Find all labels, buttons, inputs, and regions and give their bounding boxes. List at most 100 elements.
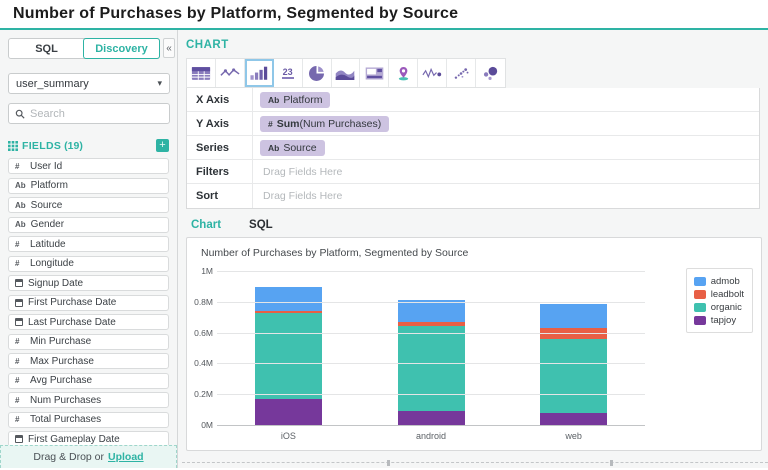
config-row-value[interactable]: AbSource [253,136,759,159]
field-item-user-id[interactable]: #User Id [8,158,169,174]
chart-type-table-icon[interactable] [187,59,216,87]
number-type-icon: # [15,396,25,405]
config-row-value[interactable]: AbPlatform [253,88,759,111]
field-chip[interactable]: AbSource [260,140,325,156]
y-tick-label: 0.8M [187,297,213,307]
bar-segment-organic[interactable] [540,339,607,413]
chart-type-pie-icon[interactable] [303,59,332,87]
config-row-value[interactable]: #Sum(Num Purchases) [253,112,759,135]
panel-resize-handle[interactable] [182,462,768,463]
tab-chart[interactable]: Chart [191,219,221,231]
source-select[interactable]: user_summary ▾ [8,73,170,94]
y-tick-label: 0.6M [187,328,213,338]
stacked-bar-web[interactable] [540,272,607,426]
bar-segment-organic[interactable] [255,313,322,399]
legend-label: leadbolt [711,289,744,300]
y-tick-label: 0.2M [187,389,213,399]
field-item-first-purchase-date[interactable]: First Purchase Date [8,295,169,311]
add-field-button[interactable]: + [156,139,169,152]
tab-discovery[interactable]: Discovery [83,38,160,59]
field-item-latitude[interactable]: #Latitude [8,236,169,252]
field-item-source[interactable]: AbSource [8,197,169,213]
number-type-icon: # [15,240,25,249]
bar-segment-organic[interactable] [398,326,465,411]
field-item-num-purchases[interactable]: #Num Purchases [8,392,169,408]
bar-segment-admob[interactable] [255,287,322,311]
stacked-bar-ios[interactable] [255,272,322,426]
chevron-down-icon: ▾ [157,78,162,89]
gridline: 0.4M [217,363,645,364]
calendar-icon [15,318,23,326]
legend-item-admob[interactable]: admob [694,275,744,288]
chart-type-map-icon[interactable] [389,59,418,87]
field-item-signup-date[interactable]: Signup Date [8,275,169,291]
chart-type-bar-icon[interactable] [245,59,274,87]
field-item-platform[interactable]: AbPlatform [8,178,169,194]
tab-sql-view[interactable]: SQL [249,219,273,231]
config-row-x-axis: X AxisAbPlatform [187,88,759,112]
chart-type-area-icon[interactable] [332,59,361,87]
gridline: 1M [217,271,645,272]
sidebar-collapse-button[interactable]: « [163,38,175,58]
chart-type-toolbar: 23 [186,58,506,88]
config-row-value[interactable]: Drag Fields Here [253,184,759,208]
config-row-series: SeriesAbSource [187,136,759,160]
chart-type-combo-icon[interactable] [360,59,389,87]
resize-tick[interactable] [610,460,613,466]
bar-segment-admob[interactable] [398,300,465,322]
upload-link[interactable]: Upload [108,451,144,463]
field-chip[interactable]: AbPlatform [260,92,330,108]
field-item-gender[interactable]: AbGender [8,217,169,233]
number-type-icon: # [15,376,25,385]
chart-type-scatter-icon[interactable] [447,59,476,87]
fields-grid-icon [8,141,18,151]
field-item-longitude[interactable]: #Longitude [8,256,169,272]
dropzone-text: Drag & Drop or [33,451,104,463]
field-item-max-purchase[interactable]: # Max Purchase [8,353,169,369]
gridline: 0M [217,425,645,426]
field-item-last-purchase-date[interactable]: Last Purchase Date [8,314,169,330]
field-label: Max Purchase [30,356,94,367]
chart-type-line-icon[interactable] [216,59,245,87]
drop-placeholder: Drag Fields Here [260,190,342,202]
number-type-icon: # [15,357,25,366]
chip-type-icon: Ab [268,95,279,105]
legend-swatch [694,316,706,325]
field-label: Total Purchases [30,414,101,425]
legend-item-organic[interactable]: organic [694,301,744,314]
x-tick-label: web [502,431,645,441]
bar-segment-tapjoy[interactable] [255,399,322,426]
calendar-icon [15,299,23,307]
field-chip[interactable]: #Sum(Num Purchases) [260,116,389,132]
legend-item-tapjoy[interactable]: tapjoy [694,314,744,327]
resize-tick[interactable] [387,460,390,466]
config-row-value[interactable]: Drag Fields Here [253,160,759,183]
bar-segment-leadbolt[interactable] [540,328,607,339]
chart-type-number-icon[interactable]: 23 [274,59,303,87]
search-input[interactable] [30,108,163,120]
chip-type-icon: Ab [268,143,279,153]
legend-item-leadbolt[interactable]: leadbolt [694,288,744,301]
chart-type-bubble-icon[interactable] [476,59,505,87]
field-item-avg-purchase[interactable]: #Avg Purchase [8,373,169,389]
field-item-min-purchase[interactable]: #Min Purchase [8,334,169,350]
field-item-total-purchases[interactable]: #Total Purchases [8,412,169,428]
field-label: Gender [31,219,64,230]
gridline: 0.2M [217,394,645,395]
bar-column-web [502,272,645,426]
number-type-icon: # [15,337,25,346]
fields-title: FIELDS [22,140,61,152]
calendar-icon [15,435,23,443]
bar-column-ios [217,272,360,426]
upload-dropzone[interactable]: Drag & Drop or Upload [0,445,177,468]
tab-sql[interactable]: SQL [9,39,84,58]
x-axis-labels: iOSandroidweb [217,431,645,441]
app-header: Number of Purchases by Platform, Segment… [0,0,768,30]
bars-container [217,272,645,426]
legend-swatch [694,303,706,312]
fields-list: #User Id AbPlatform AbSource AbGender #Latit… [8,158,169,447]
stacked-bar-android[interactable] [398,272,465,426]
bar-segment-tapjoy[interactable] [398,411,465,426]
bar-segment-admob[interactable] [540,304,607,328]
chart-type-sparkline-icon[interactable] [418,59,447,87]
